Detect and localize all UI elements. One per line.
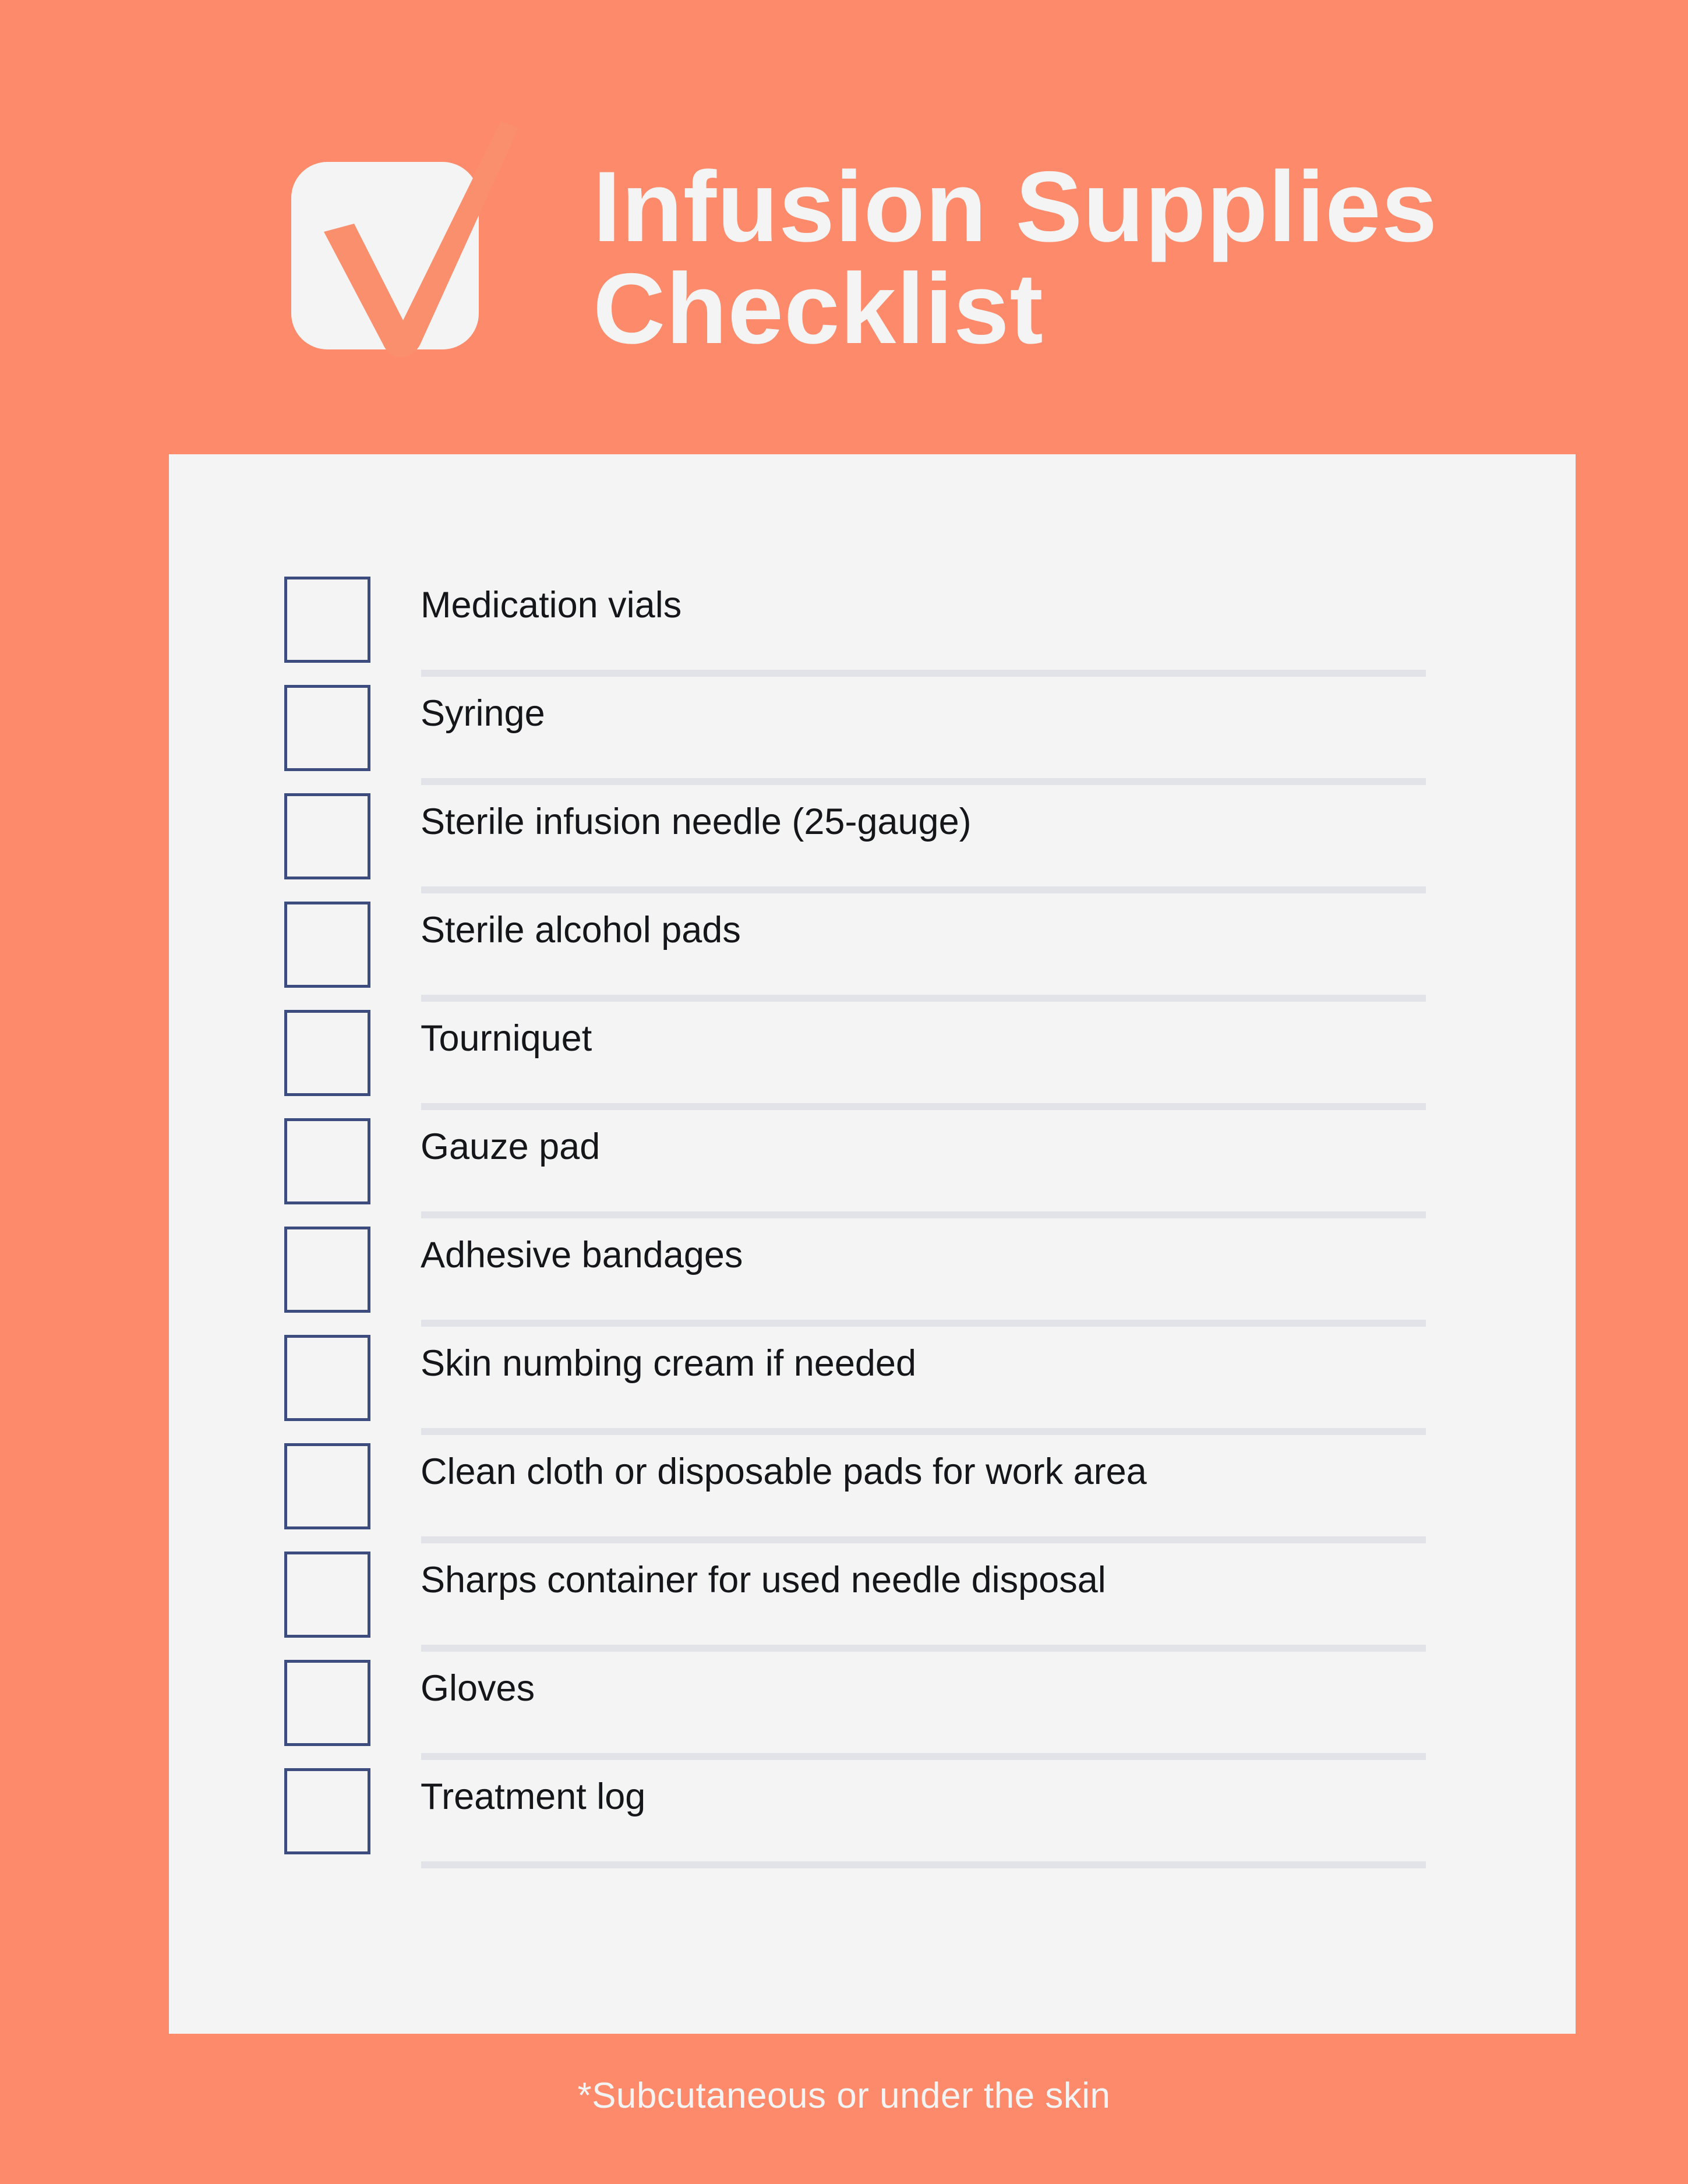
- list-item-label: Gauze pad: [421, 1126, 601, 1167]
- row-divider: [421, 886, 1426, 893]
- page-title-line-1: Infusion Supplies: [593, 151, 1438, 263]
- list-item[interactable]: Adhesive bandages: [284, 1225, 1542, 1334]
- page-footer: *Subcutaneous or under the skin: [0, 2078, 1688, 2114]
- list-item[interactable]: Treatment log: [284, 1767, 1542, 1875]
- row-divider: [421, 1428, 1426, 1435]
- list-item-label: Adhesive bandages: [421, 1235, 743, 1275]
- list-item[interactable]: Gloves: [284, 1659, 1542, 1767]
- checkbox-icon[interactable]: [284, 685, 370, 771]
- list-item-label: Medication vials: [421, 585, 682, 625]
- list-item[interactable]: Sharps container for used needle disposa…: [284, 1550, 1542, 1659]
- checklist-card: Medication vials Syringe Sterile infusio…: [169, 454, 1576, 2034]
- row-divider: [421, 1861, 1426, 1868]
- checkbox-icon[interactable]: [284, 1768, 370, 1854]
- list-item[interactable]: Sterile infusion needle (25-gauge): [284, 792, 1542, 900]
- list-item-label: Sterile infusion needle (25-gauge): [421, 801, 972, 842]
- checkbox-icon[interactable]: [284, 1010, 370, 1096]
- list-item[interactable]: Clean cloth or disposable pads for work …: [284, 1442, 1542, 1550]
- list-item[interactable]: Gauze pad: [284, 1117, 1542, 1225]
- list-item-label: Sharps container for used needle disposa…: [421, 1560, 1106, 1600]
- checklist: Medication vials Syringe Sterile infusio…: [284, 575, 1542, 1875]
- row-divider: [421, 1645, 1426, 1652]
- checkbox-icon[interactable]: [284, 1552, 370, 1638]
- checkbox-icon[interactable]: [284, 902, 370, 988]
- page-title: Infusion Supplies Checklist: [593, 156, 1612, 361]
- list-item[interactable]: Skin numbing cream if needed: [284, 1334, 1542, 1442]
- row-divider: [421, 778, 1426, 785]
- checkbox-icon[interactable]: [284, 577, 370, 663]
- checkbox-icon[interactable]: [284, 1660, 370, 1746]
- list-item[interactable]: Medication vials: [284, 575, 1542, 684]
- checkbox-icon[interactable]: [284, 1443, 370, 1529]
- list-item-label: Clean cloth or disposable pads for work …: [421, 1451, 1147, 1492]
- list-item[interactable]: Sterile alcohol pads: [284, 900, 1542, 1009]
- checkbox-icon[interactable]: [284, 1118, 370, 1204]
- list-item-label: Sterile alcohol pads: [421, 910, 741, 950]
- page-title-line-2: Checklist: [593, 253, 1044, 365]
- checkmark-box-icon: [291, 121, 518, 358]
- page-header: Infusion Supplies Checklist: [0, 0, 1688, 454]
- row-divider: [421, 1103, 1426, 1110]
- checkbox-icon[interactable]: [284, 1335, 370, 1421]
- list-item[interactable]: Tourniquet: [284, 1009, 1542, 1117]
- row-divider: [421, 1536, 1426, 1543]
- list-item-label: Skin numbing cream if needed: [421, 1343, 916, 1384]
- checkbox-icon[interactable]: [284, 1227, 370, 1313]
- list-item[interactable]: Syringe: [284, 684, 1542, 792]
- row-divider: [421, 670, 1426, 677]
- list-item-label: Gloves: [421, 1668, 535, 1709]
- row-divider: [421, 1320, 1426, 1327]
- checkbox-icon[interactable]: [284, 793, 370, 879]
- row-divider: [421, 1211, 1426, 1218]
- list-item-label: Treatment log: [421, 1776, 646, 1817]
- list-item-label: Syringe: [421, 693, 545, 734]
- row-divider: [421, 995, 1426, 1002]
- row-divider: [421, 1753, 1426, 1760]
- list-item-label: Tourniquet: [421, 1018, 592, 1059]
- footnote: *Subcutaneous or under the skin: [577, 2076, 1111, 2116]
